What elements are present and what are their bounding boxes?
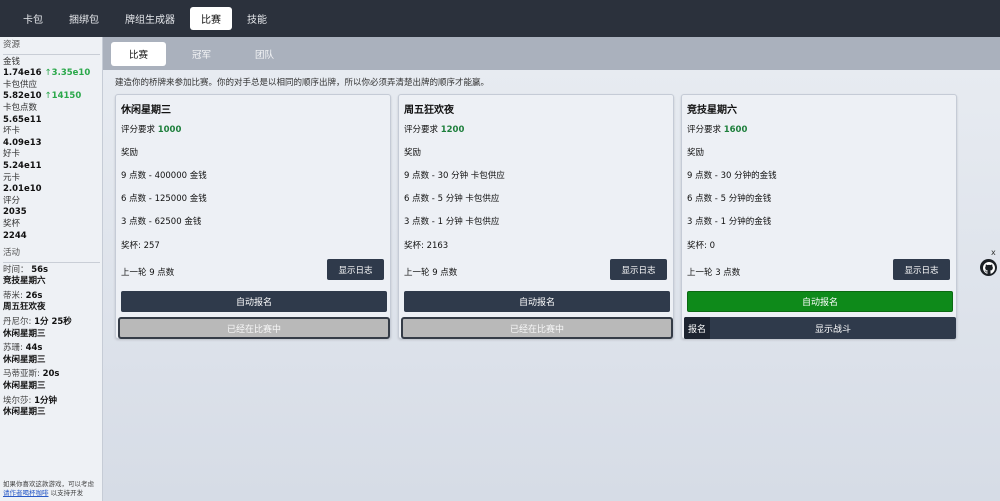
trophy-count: 奖杯: 257: [121, 241, 160, 251]
resource-label: 奖杯: [3, 218, 21, 229]
in-tournament-button[interactable]: 已经在比赛中: [118, 317, 390, 339]
activity-item: 苏珊: 44s 休闲星期三: [3, 343, 46, 365]
coffee-link[interactable]: 请作者喝杯咖啡: [3, 489, 49, 497]
activity-item: 丹尼尔: 1分 25秒 休闲星期三: [3, 317, 72, 339]
reward-item: 3 点数 - 1 分钟 卡包供应: [404, 217, 500, 227]
resource-label: 评分: [3, 195, 21, 206]
rewards-label: 奖励: [404, 148, 422, 158]
resource-delta: 14150: [45, 91, 82, 101]
intro-text: 建造你的桥牌来参加比赛。你的对手总是以相同的顺序出牌，所以你必须弄清楚出牌的顺序…: [115, 78, 490, 88]
resource-value: 5.24e11: [3, 160, 42, 171]
resource-value: 1.74e16 3.35e10: [3, 68, 100, 80]
reward-item: 9 点数 - 30 分钟的金钱: [687, 171, 777, 181]
reward-item: 3 点数 - 1 分钟的金钱: [687, 217, 772, 227]
rating-requirement: 评分要求 1000: [121, 125, 182, 135]
last-round: 上一轮 9 点数: [404, 268, 458, 278]
auto-register-button[interactable]: 自动报名: [121, 291, 387, 312]
sub-nav: 比赛 冠军 团队: [103, 37, 1000, 70]
resource-label: 好卡: [3, 149, 21, 160]
resource-value: 4.09e13: [3, 137, 42, 148]
resource-label: 元卡: [3, 172, 21, 183]
register-button[interactable]: 报名: [684, 317, 711, 339]
sidebar: 资源 金钱 1.74e16 3.35e10 卡包供应 5.82e10 14150…: [0, 37, 103, 501]
subtab-tournaments[interactable]: 比赛: [111, 41, 167, 66]
resources-heading: 资源: [3, 40, 100, 55]
tournament-title: 周五狂欢夜: [404, 105, 454, 116]
resource-value: 2.01e10: [3, 184, 42, 195]
resource-value: 5.65e11: [3, 114, 42, 125]
resource-label: 卡包点数: [3, 102, 38, 113]
auto-register-button[interactable]: 自动报名: [404, 291, 670, 312]
tab-deck-builder[interactable]: 牌组生成器: [114, 7, 186, 30]
reward-item: 9 点数 - 400000 金钱: [121, 171, 207, 181]
activity-item: 埃尔莎: 1分钟 休闲星期三: [3, 395, 57, 418]
reward-item: 9 点数 - 30 分钟 卡包供应: [404, 171, 505, 181]
show-log-button[interactable]: 显示日志: [893, 259, 950, 280]
rating-requirement: 评分要求 1200: [404, 125, 465, 135]
trophy-count: 奖杯: 0: [687, 241, 715, 251]
show-log-button[interactable]: 显示日志: [610, 259, 667, 280]
activity-heading: 活动: [3, 248, 100, 263]
resource-value: 5.82e10 14150: [3, 91, 100, 103]
subtab-champions[interactable]: 冠军: [174, 42, 229, 66]
trophy-count: 奖杯: 2163: [404, 241, 449, 251]
reward-item: 6 点数 - 5 分钟 卡包供应: [404, 194, 500, 204]
resource-label: 卡包供应: [3, 79, 38, 90]
in-tournament-button[interactable]: 已经在比赛中: [401, 317, 673, 339]
resource-label: 金钱: [3, 56, 21, 67]
tab-tournaments[interactable]: 比赛: [190, 7, 232, 30]
tab-packs[interactable]: 卡包: [12, 7, 54, 30]
rating-requirement: 评分要求 1600: [687, 125, 748, 135]
show-battle-button[interactable]: 显示战斗: [710, 317, 956, 339]
show-log-button[interactable]: 显示日志: [327, 259, 384, 280]
main-content: 建造你的桥牌来参加比赛。你的对手总是以相同的顺序出牌，所以你必须弄清楚出牌的顺序…: [103, 70, 1000, 501]
activity-item: 蒂米: 26s 周五狂欢夜: [3, 290, 46, 313]
auto-register-button[interactable]: 自动报名: [687, 291, 953, 312]
tab-bundles[interactable]: 捆绑包: [58, 7, 110, 30]
reward-item: 3 点数 - 62500 金钱: [121, 217, 202, 227]
activity-item: 时间： 56s 竞技星期六: [3, 264, 49, 287]
top-nav: 卡包 捆绑包 牌组生成器 比赛 技能: [0, 0, 1000, 37]
reward-item: 6 点数 - 125000 金钱: [121, 194, 207, 204]
rewards-label: 奖励: [687, 148, 705, 158]
resource-label: 坏卡: [3, 126, 21, 137]
close-icon[interactable]: x: [991, 248, 996, 257]
tab-skills[interactable]: 技能: [236, 7, 278, 30]
tournament-title: 竞技星期六: [687, 105, 737, 116]
support-footer: 如果你喜欢这款游戏，可以考虑 请作者喝杯咖啡 以支持开发: [3, 480, 94, 497]
tournament-card: 休闲星期三 评分要求 1000 奖励 9 点数 - 400000 金钱 6 点数…: [115, 94, 391, 339]
register-bar: 报名 显示战斗: [684, 317, 956, 339]
github-icon[interactable]: [980, 259, 997, 276]
tournament-title: 休闲星期三: [121, 105, 171, 116]
tournament-card: 竞技星期六 评分要求 1600 奖励 9 点数 - 30 分钟的金钱 6 点数 …: [681, 94, 957, 339]
last-round: 上一轮 3 点数: [687, 268, 741, 278]
reward-item: 6 点数 - 5 分钟的金钱: [687, 194, 772, 204]
subtab-team[interactable]: 团队: [237, 42, 292, 66]
resource-value: 2244: [3, 230, 27, 241]
activity-item: 马蒂亚斯: 20s 休闲星期三: [3, 369, 60, 392]
github-glyph: [982, 261, 995, 274]
last-round: 上一轮 9 点数: [121, 268, 175, 278]
resource-value: 2035: [3, 207, 27, 218]
resource-delta: 3.35e10: [45, 68, 91, 78]
tournament-card: 周五狂欢夜 评分要求 1200 奖励 9 点数 - 30 分钟 卡包供应 6 点…: [398, 94, 674, 339]
rewards-label: 奖励: [121, 148, 139, 158]
